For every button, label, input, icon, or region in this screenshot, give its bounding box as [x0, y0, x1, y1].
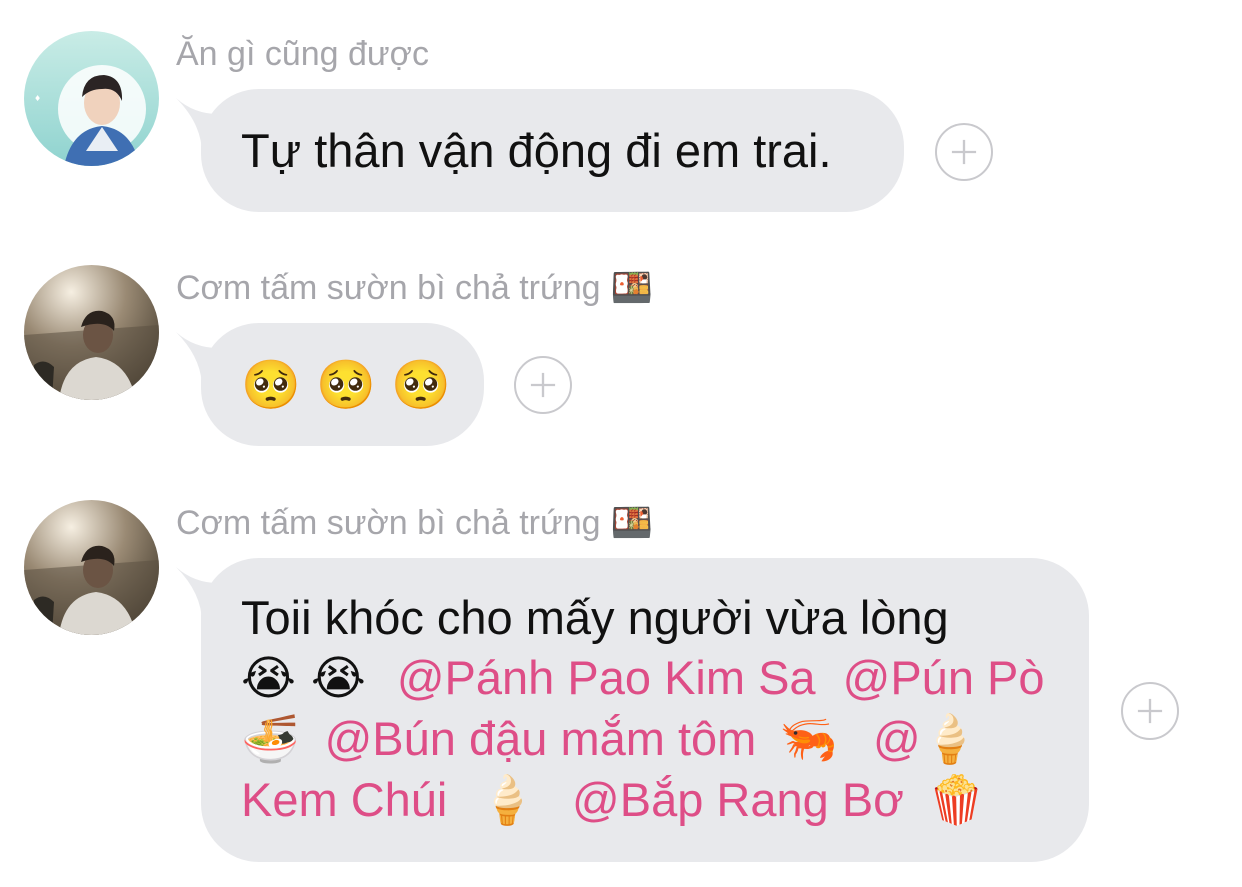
message-text: Toii khóc cho mấy người vừa lòng [241, 591, 949, 644]
bento-box-icon: 🍱 [610, 503, 653, 543]
plus-circle-icon [1137, 698, 1163, 724]
message-bubble[interactable]: 🥺 🥺 🥺 [201, 323, 484, 446]
shrimp-icon: 🦐 [779, 712, 838, 767]
sender-name: Ăn gì cũng được [176, 34, 429, 74]
message-bubble[interactable]: Tự thân vận động đi em trai. [201, 89, 904, 212]
sender-name: Cơm tấm sườn bì chả trứng 🍱 [176, 268, 653, 308]
mention-link[interactable]: @Bắp Rang Bơ [572, 773, 904, 826]
message-line-1: Toii khóc cho mấy người vừa lòng [241, 588, 1089, 648]
message-line-3: 🍜 @Bún đậu mắm tôm 🦐 @🍦 [241, 709, 1089, 770]
message-bubble[interactable]: Toii khóc cho mấy người vừa lòng 😭 😭 @Pá… [201, 558, 1089, 862]
avatar-portrait-sunset-icon [24, 500, 159, 635]
mention-link[interactable]: @ [873, 712, 921, 765]
sender-name: Cơm tấm sườn bì chả trứng 🍱 [176, 503, 653, 543]
avatar-portrait-sunset-icon [24, 265, 159, 400]
plus-circle-icon [530, 372, 556, 398]
mention-link[interactable]: @Pánh Pao Kim Sa [397, 651, 816, 704]
svg-text:♦: ♦ [34, 94, 41, 103]
avatar[interactable] [24, 265, 159, 400]
ice-cream-icon: 🍦 [478, 773, 537, 828]
avatar[interactable] [24, 500, 159, 635]
noodle-bowl-icon: 🍜 [241, 712, 300, 767]
sender-label: Cơm tấm sườn bì chả trứng [176, 269, 601, 307]
popcorn-icon: 🍿 [927, 773, 986, 828]
bento-box-icon: 🍱 [610, 268, 653, 308]
message-line-4: Kem Chúi 🍦 @Bắp Rang Bơ 🍿 [241, 770, 1089, 831]
message-text: Tự thân vận động đi em trai. [241, 124, 832, 177]
ice-cream-icon: 🍦 [920, 712, 980, 767]
mention-link[interactable]: Kem Chúi [241, 773, 447, 826]
add-reaction-button[interactable] [1121, 682, 1179, 740]
sender-label: Cơm tấm sườn bì chả trứng [176, 504, 601, 542]
avatar[interactable]: ♦ [24, 31, 159, 166]
message-line-2: 😭 😭 @Pánh Pao Kim Sa @Pún Pò [241, 648, 1089, 709]
mention-link[interactable]: @Bún đậu mắm tôm [325, 712, 757, 765]
add-reaction-button[interactable] [935, 123, 993, 181]
mention-link[interactable]: @Pún Pò [843, 651, 1045, 704]
avatar-portrait-teal-icon: ♦ [24, 31, 159, 166]
sender-label: Ăn gì cũng được [176, 35, 429, 73]
add-reaction-button[interactable] [514, 356, 572, 414]
crying-face-icon: 😭 😭 [241, 651, 366, 706]
plus-circle-icon [951, 139, 977, 165]
message-text: 🥺 🥺 🥺 [241, 357, 451, 413]
